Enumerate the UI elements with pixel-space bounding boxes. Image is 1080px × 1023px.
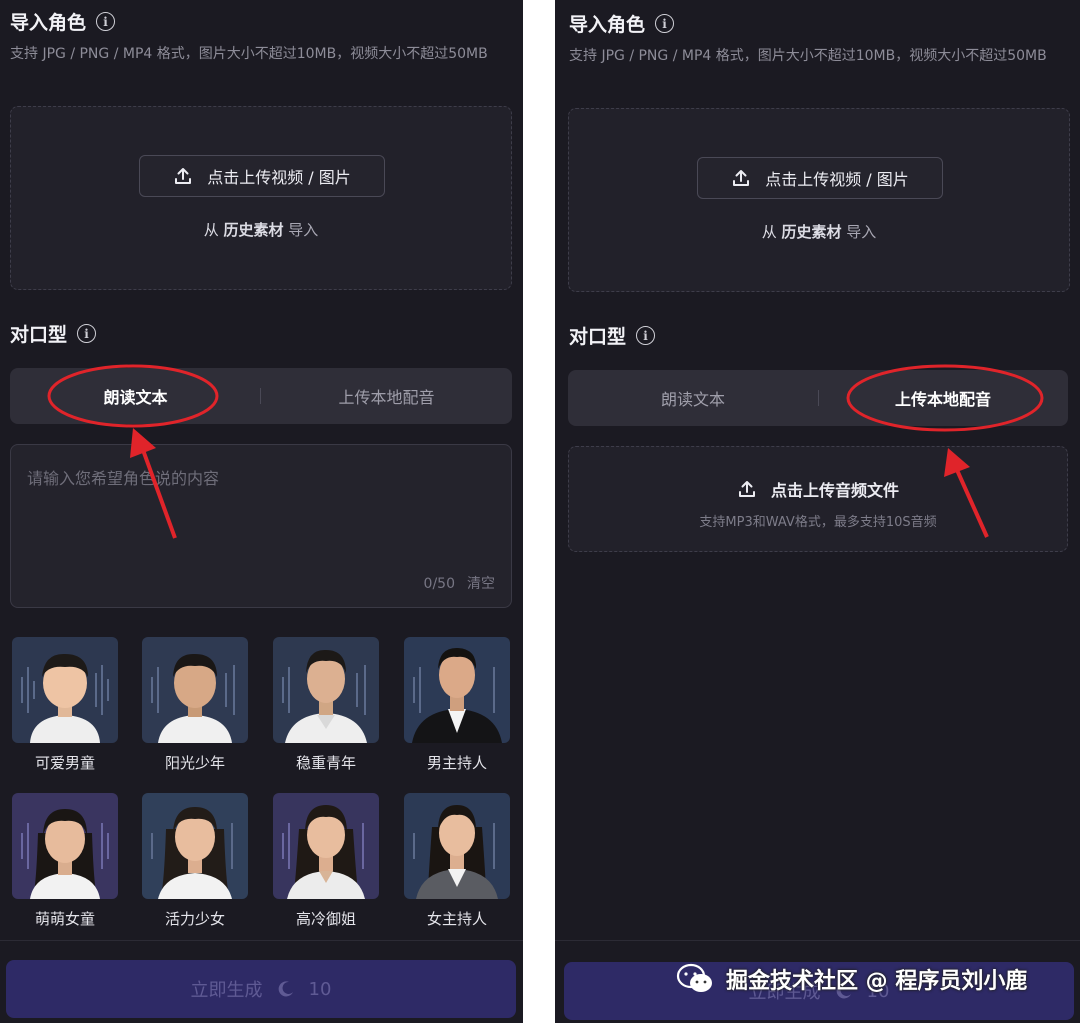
moon-icon	[278, 981, 293, 997]
char-counter: 0/50	[423, 576, 455, 592]
speech-placeholder: 请输入您希望角色说的内容	[27, 469, 220, 488]
tab-upload-audio[interactable]: 上传本地配音	[818, 370, 1068, 426]
history-import: 从 历史素材 导入	[569, 221, 1069, 242]
upload-icon	[175, 168, 192, 184]
upload-icon	[733, 170, 750, 186]
upload-video-image-button[interactable]: 点击上传视频 / 图片	[139, 155, 385, 197]
lipsync-title-row: 对口型 i	[10, 320, 97, 347]
speech-text-input[interactable]: 请输入您希望角色说的内容 0/50 清空	[10, 444, 512, 608]
history-link[interactable]: 历史素材	[223, 221, 283, 239]
lipsync-title: 对口型	[10, 324, 68, 346]
voice-label: 男主持人	[426, 754, 487, 772]
generate-cost: 10	[308, 978, 332, 1000]
upload-label: 点击上传视频 / 图片	[765, 170, 909, 189]
voice-avatar-cute-boy[interactable]	[12, 637, 118, 743]
info-icon[interactable]: i	[77, 324, 97, 343]
voice-avatar-cool-lady[interactable]	[273, 793, 379, 899]
history-suffix: 导入	[288, 221, 319, 239]
info-icon[interactable]: i	[96, 12, 116, 31]
upload-video-image-button[interactable]: 点击上传视频 / 图片	[697, 157, 943, 199]
watermark-text: 掘金技术社区 @ 程序员刘小鹿	[726, 969, 1028, 994]
tab-upload-audio[interactable]: 上传本地配音	[261, 368, 512, 424]
voice-avatar-sunny-teen[interactable]	[142, 637, 248, 743]
voice-avatar-steady-youth[interactable]	[273, 637, 379, 743]
voice-label: 阳光少年	[164, 754, 225, 772]
wechat-icon	[676, 963, 712, 992]
audio-format-hint: 支持MP3和WAV格式，最多支持10S音频	[699, 515, 937, 530]
generate-button[interactable]: 立即生成 10	[6, 960, 516, 1018]
import-dropzone[interactable]: 点击上传视频 / 图片 从 历史素材 导入	[10, 106, 512, 290]
history-prefix: 从	[203, 221, 219, 239]
voice-avatar-female-host[interactable]	[404, 793, 510, 899]
footer-divider	[555, 940, 1080, 941]
upload-icon	[738, 481, 755, 497]
lipsync-mode-tabs: 朗读文本 上传本地配音	[10, 368, 512, 424]
tab-read-text[interactable]: 朗读文本	[10, 368, 261, 424]
upload-audio-label: 点击上传音频文件	[770, 481, 899, 500]
voice-avatar-cute-girl[interactable]	[12, 793, 118, 899]
generate-label: 立即生成	[190, 980, 263, 1001]
lipsync-title: 对口型	[569, 326, 627, 348]
audio-dropzone[interactable]: 点击上传音频文件 支持MP3和WAV格式，最多支持10S音频	[568, 446, 1068, 552]
history-suffix: 导入	[846, 223, 877, 241]
import-title: 导入角色	[10, 12, 87, 34]
voice-label: 可爱男童	[34, 754, 95, 772]
info-icon[interactable]: i	[636, 326, 656, 345]
import-title-row: 导入角色 i	[10, 8, 116, 35]
upload-audio-button[interactable]: 点击上传音频文件	[569, 477, 1067, 501]
import-dropzone[interactable]: 点击上传视频 / 图片 从 历史素材 导入	[568, 108, 1070, 292]
import-description: 支持 JPG / PNG / MP4 格式，图片大小不超过10MB，视频大小不超…	[569, 48, 1047, 64]
voice-label: 萌萌女童	[34, 910, 95, 928]
voice-label: 稳重青年	[295, 754, 356, 772]
right-panel: 导入角色 i 支持 JPG / PNG / MP4 格式，图片大小不超过10MB…	[555, 0, 1080, 1023]
import-description: 支持 JPG / PNG / MP4 格式，图片大小不超过10MB，视频大小不超…	[10, 46, 488, 62]
import-title: 导入角色	[569, 14, 646, 36]
history-import: 从 历史素材 导入	[11, 219, 511, 240]
tab-read-text[interactable]: 朗读文本	[568, 370, 818, 426]
watermark: 掘金技术社区 @ 程序员刘小鹿	[676, 962, 1027, 996]
voice-label: 高冷御姐	[295, 910, 356, 928]
info-icon[interactable]: i	[655, 14, 675, 33]
voice-label: 活力少女	[164, 910, 225, 928]
clear-button[interactable]: 清空	[467, 576, 495, 592]
voice-label: 女主持人	[426, 910, 487, 928]
history-prefix: 从	[761, 223, 777, 241]
history-link[interactable]: 历史素材	[781, 223, 841, 241]
voice-avatar-male-host[interactable]	[404, 637, 510, 743]
char-counter-row: 0/50 清空	[424, 573, 495, 593]
left-panel: 导入角色 i 支持 JPG / PNG / MP4 格式，图片大小不超过10MB…	[0, 0, 523, 1023]
import-title-row: 导入角色 i	[569, 10, 675, 37]
voice-avatar-lively-girl[interactable]	[142, 793, 248, 899]
footer-divider	[0, 940, 523, 941]
lipsync-title-row: 对口型 i	[569, 322, 656, 349]
upload-label: 点击上传视频 / 图片	[207, 168, 351, 187]
lipsync-mode-tabs: 朗读文本 上传本地配音	[568, 370, 1068, 426]
